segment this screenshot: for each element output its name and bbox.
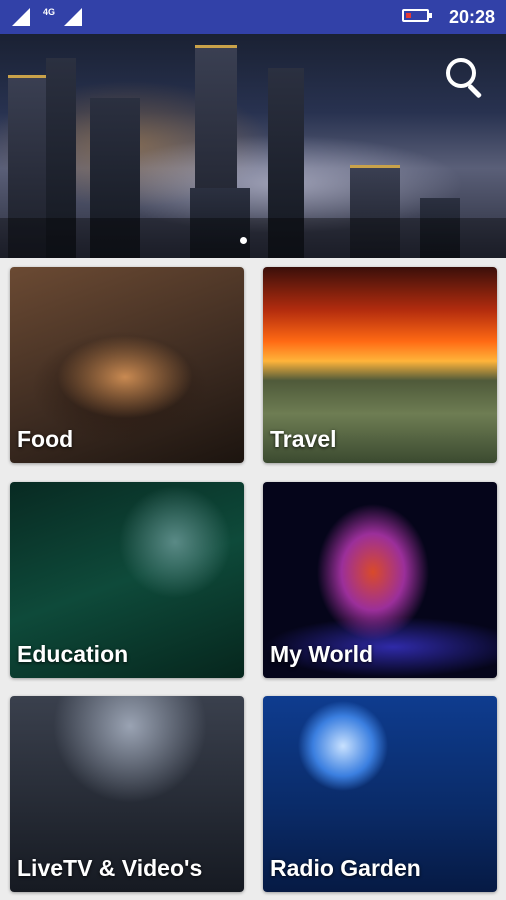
signal-icon xyxy=(64,8,82,26)
category-tile-travel[interactable]: Travel xyxy=(263,267,497,463)
tile-label: Food xyxy=(17,426,74,452)
battery-icon xyxy=(402,9,432,22)
carousel-dot[interactable] xyxy=(240,237,247,244)
status-bar: 4G 20:28 xyxy=(0,0,506,34)
tile-label: Radio Garden xyxy=(270,855,421,881)
banner-slider[interactable] xyxy=(0,34,506,258)
tile-label: My World xyxy=(270,641,374,667)
tile-label: LiveTV & Video's xyxy=(17,855,203,881)
search-icon[interactable] xyxy=(442,54,488,100)
network-type: 4G xyxy=(43,7,56,17)
category-tile-food[interactable]: Food xyxy=(10,267,244,463)
category-tile-livetv[interactable]: LiveTV & Video's xyxy=(10,696,244,892)
tile-label: Education xyxy=(17,641,129,667)
category-tile-my-world[interactable]: My World xyxy=(263,482,497,678)
category-tile-radio-garden[interactable]: Radio Garden xyxy=(263,696,497,892)
banner-overlay xyxy=(0,218,506,258)
clock: 20:28 xyxy=(448,7,495,27)
category-tile-education[interactable]: Education xyxy=(10,482,244,678)
signal-icon xyxy=(12,8,30,26)
tile-label: Travel xyxy=(270,426,337,452)
battery-level xyxy=(406,13,411,18)
